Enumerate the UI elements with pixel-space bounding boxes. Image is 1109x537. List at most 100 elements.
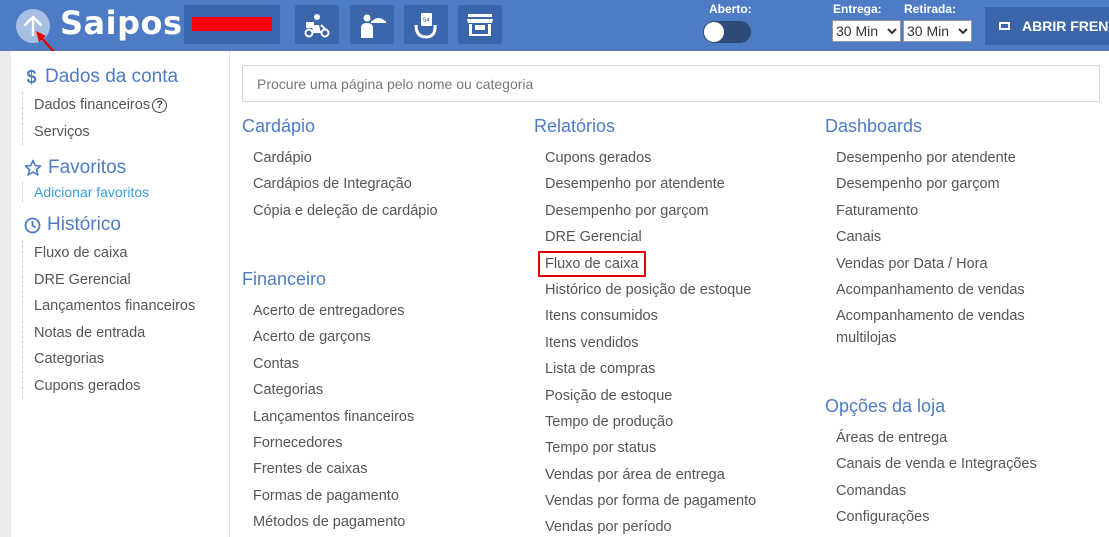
link-lista-compras[interactable]: Lista de compras — [545, 356, 756, 382]
clock-icon — [24, 217, 41, 233]
pickup-time-label: Retirada: — [904, 2, 957, 16]
category-title-dashboards: Dashboards — [825, 116, 923, 136]
link-tempo-producao[interactable]: Tempo de produção — [545, 409, 756, 435]
saipos-logo[interactable]: Saipos — [60, 4, 183, 42]
link-posicao-estoque[interactable]: Posição de estoque — [545, 383, 756, 409]
link-vendas-area[interactable]: Vendas por área de entrega — [545, 462, 756, 488]
chevron-down-icon — [958, 28, 968, 35]
link-dre-gerencial[interactable]: DRE Gerencial — [545, 224, 756, 250]
link-desempenho-atendente[interactable]: Desempenho por atendente — [545, 171, 756, 197]
link-dash-acompanhamento[interactable]: Acompanhamento de vendas — [836, 277, 1066, 303]
favorites-title: Favoritos — [48, 157, 127, 178]
delivery-time-select[interactable]: 30 Min — [832, 20, 901, 42]
category-title-cardapio: Cardápio — [242, 116, 316, 136]
question-icon[interactable]: ? — [152, 98, 168, 113]
opcoes-list: Áreas de entrega Canais de venda e Integ… — [836, 425, 1037, 531]
history-item-dre[interactable]: DRE Gerencial — [23, 267, 195, 294]
link-itens-consumidos[interactable]: Itens consumidos — [545, 303, 756, 329]
sidebar-item-label: Dados financeiros — [34, 97, 151, 113]
link-lancamentos[interactable]: Lançamentos financeiros — [253, 404, 414, 430]
link-acerto-garcons[interactable]: Acerto de garçons — [253, 324, 414, 350]
hand-order-icon: 54 — [414, 12, 437, 39]
history-section-title: Histórico — [24, 214, 121, 236]
link-desempenho-garcom[interactable]: Desempenho por garçom — [545, 198, 756, 224]
history-item-fluxo-caixa[interactable]: Fluxo de caixa — [23, 240, 195, 267]
link-fluxo-caixa[interactable]: Fluxo de caixa — [545, 251, 756, 277]
store-name-slot[interactable] — [184, 5, 280, 44]
history-list: Fluxo de caixa DRE Gerencial Lançamentos… — [22, 240, 195, 399]
link-configuracoes[interactable]: Configurações — [836, 504, 1037, 530]
link-contas[interactable]: Contas — [253, 351, 414, 377]
delivery-time-value: 30 Min — [836, 23, 879, 39]
pickup-time-select[interactable]: 30 Min — [903, 20, 972, 42]
sidebar-item-services[interactable]: Serviços — [23, 119, 167, 146]
link-dash-vendas-data-hora[interactable]: Vendas por Data / Hora — [836, 251, 1066, 277]
financeiro-list: Acerto de entregadores Acerto de garçons… — [253, 298, 414, 536]
link-vendas-forma-pagamento[interactable]: Vendas por forma de pagamento — [545, 488, 756, 514]
add-favorites-link[interactable]: Adicionar favoritos — [23, 182, 149, 202]
store-nav-button[interactable] — [458, 5, 502, 44]
link-areas-entrega[interactable]: Áreas de entrega — [836, 425, 1037, 451]
favorites-section-title: Favoritos — [24, 157, 126, 179]
category-title-financeiro: Financeiro — [242, 269, 327, 289]
link-formas-pagamento[interactable]: Formas de pagamento — [253, 483, 414, 509]
link-fornecedores[interactable]: Fornecedores — [253, 430, 414, 456]
dollar-icon: $ — [26, 66, 37, 87]
sidebar: $ Dados da conta Dados financeiros? Serv… — [11, 51, 230, 537]
history-item-categorias[interactable]: Categorias — [23, 346, 195, 373]
link-comandas[interactable]: Comandas — [836, 478, 1037, 504]
link-cardapios-integracao[interactable]: Cardápios de Integração — [253, 171, 438, 197]
link-acerto-entregadores[interactable]: Acerto de entregadores — [253, 298, 414, 324]
history-title: Histórico — [47, 214, 121, 235]
pickup-time-value: 30 Min — [907, 23, 950, 39]
store-open-toggle[interactable] — [703, 21, 751, 43]
counter-nav-button[interactable]: 54 — [404, 5, 448, 44]
waiter-icon — [361, 14, 386, 38]
link-cardapio[interactable]: Cardápio — [253, 145, 438, 171]
store-status-label: Aberto: — [709, 2, 752, 16]
link-dash-acompanhamento-multilojas[interactable]: Acompanhamento de vendas multilojas — [836, 303, 1066, 351]
link-dash-faturamento[interactable]: Faturamento — [836, 198, 1066, 224]
sidebar-item-financial-data[interactable]: Dados financeiros? — [23, 92, 168, 119]
waiter-nav-button[interactable] — [350, 5, 394, 44]
open-front-button[interactable]: ABRIR FRENTE — [985, 7, 1109, 45]
history-item-lancamentos[interactable]: Lançamentos financeiros — [23, 293, 195, 320]
link-canais-integracoes[interactable]: Canais de venda e Integrações — [836, 451, 1037, 477]
delivery-time-label: Entrega: — [833, 2, 882, 16]
link-cupons-gerados[interactable]: Cupons gerados — [545, 145, 756, 171]
open-front-label: ABRIR FRENTE — [1022, 18, 1109, 34]
dashboards-list: Desempenho por atendente Desempenho por … — [836, 145, 1066, 352]
star-icon — [24, 159, 42, 176]
cardapio-list: Cardápio Cardápios de Integração Cópia e… — [253, 145, 438, 224]
link-dash-desempenho-atendente[interactable]: Desempenho por atendente — [836, 145, 1066, 171]
account-list: Dados financeiros? Serviços — [22, 92, 168, 146]
relatorios-list: Cupons gerados Desempenho por atendente … — [545, 145, 756, 537]
link-historico-estoque[interactable]: Histórico de posição de estoque — [545, 277, 756, 303]
link-dash-canais[interactable]: Canais — [836, 224, 1066, 250]
link-tempo-status[interactable]: Tempo por status — [545, 435, 756, 461]
link-copia-delecao[interactable]: Cópia e deleção de cardápio — [253, 198, 438, 224]
chevron-down-icon — [887, 28, 897, 35]
top-bar: Saipos 54 Aberto: Entrega: 30 Min Retira… — [0, 0, 1109, 51]
history-item-cupons[interactable]: Cupons gerados — [23, 373, 195, 400]
redacted-block — [192, 17, 272, 31]
delivery-nav-button[interactable] — [295, 5, 339, 44]
link-categorias[interactable]: Categorias — [253, 377, 414, 403]
history-item-notas[interactable]: Notas de entrada — [23, 320, 195, 347]
link-frentes-caixas[interactable]: Frentes de caixas — [253, 456, 414, 482]
toggle-knob — [704, 22, 724, 42]
store-icon — [467, 13, 493, 36]
category-title-opcoes: Opções da loja — [825, 396, 946, 416]
category-title-relatorios: Relatórios — [534, 116, 616, 136]
account-section-title: $ Dados da conta — [24, 66, 178, 88]
delivery-scooter-icon — [304, 13, 330, 37]
favorites-list: Adicionar favoritos — [22, 182, 149, 202]
link-itens-vendidos[interactable]: Itens vendidos — [545, 330, 756, 356]
left-strip — [0, 51, 11, 537]
search-input[interactable] — [242, 65, 1100, 102]
link-vendas-periodo[interactable]: Vendas por período — [545, 514, 756, 537]
account-title: Dados da conta — [45, 66, 179, 87]
link-dash-desempenho-garcom[interactable]: Desempenho por garçom — [836, 171, 1066, 197]
svg-text:54: 54 — [423, 18, 430, 24]
link-metodos-pagamento[interactable]: Métodos de pagamento — [253, 509, 414, 535]
